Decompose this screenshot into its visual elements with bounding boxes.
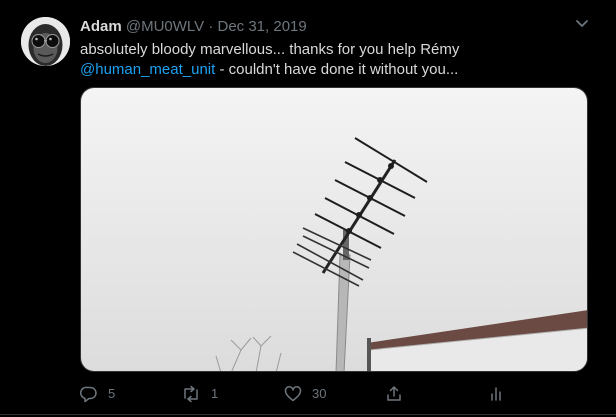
reply-button[interactable]: 5	[80, 382, 115, 406]
retweet-button[interactable]: 1	[181, 382, 218, 406]
divider	[0, 414, 616, 415]
tweet-photo[interactable]	[80, 87, 588, 372]
share-button[interactable]	[385, 382, 403, 406]
tweet-card[interactable]: Adam @MU0WLV · Dec 31, 2019 absolutely b…	[0, 0, 616, 417]
tweet-text-main: absolutely bloody marvellous... thanks f…	[80, 41, 460, 58]
tweet-actions: 5 1 30	[80, 382, 588, 406]
share-icon	[387, 386, 401, 401]
mention-link[interactable]: @human_meat_unit	[80, 61, 215, 78]
heart-icon	[284, 386, 302, 402]
tweet-text-tail: - couldn't have done it without you...	[215, 61, 459, 78]
like-button[interactable]: 30	[284, 382, 326, 406]
analytics-button[interactable]	[487, 382, 505, 406]
chevron-down-icon	[576, 20, 588, 27]
author-handle[interactable]: @MU0WLV	[126, 18, 204, 35]
avatar-image	[21, 17, 70, 66]
avatar[interactable]	[21, 17, 70, 66]
more-options-button[interactable]	[572, 13, 592, 33]
like-count: 30	[312, 386, 327, 401]
reply-count: 5	[108, 386, 116, 401]
tweet-header: Adam @MU0WLV · Dec 31, 2019	[80, 17, 307, 37]
tweet-text: absolutely bloody marvellous... thanks f…	[80, 40, 580, 80]
analytics-icon	[491, 387, 501, 401]
reply-icon	[80, 386, 97, 403]
retweet-count: 1	[211, 386, 219, 401]
header-separator: ·	[208, 18, 214, 35]
retweet-icon	[184, 385, 198, 403]
tweet-date[interactable]: Dec 31, 2019	[218, 18, 307, 35]
antenna-photo	[81, 88, 587, 371]
author-name[interactable]: Adam	[80, 18, 122, 35]
